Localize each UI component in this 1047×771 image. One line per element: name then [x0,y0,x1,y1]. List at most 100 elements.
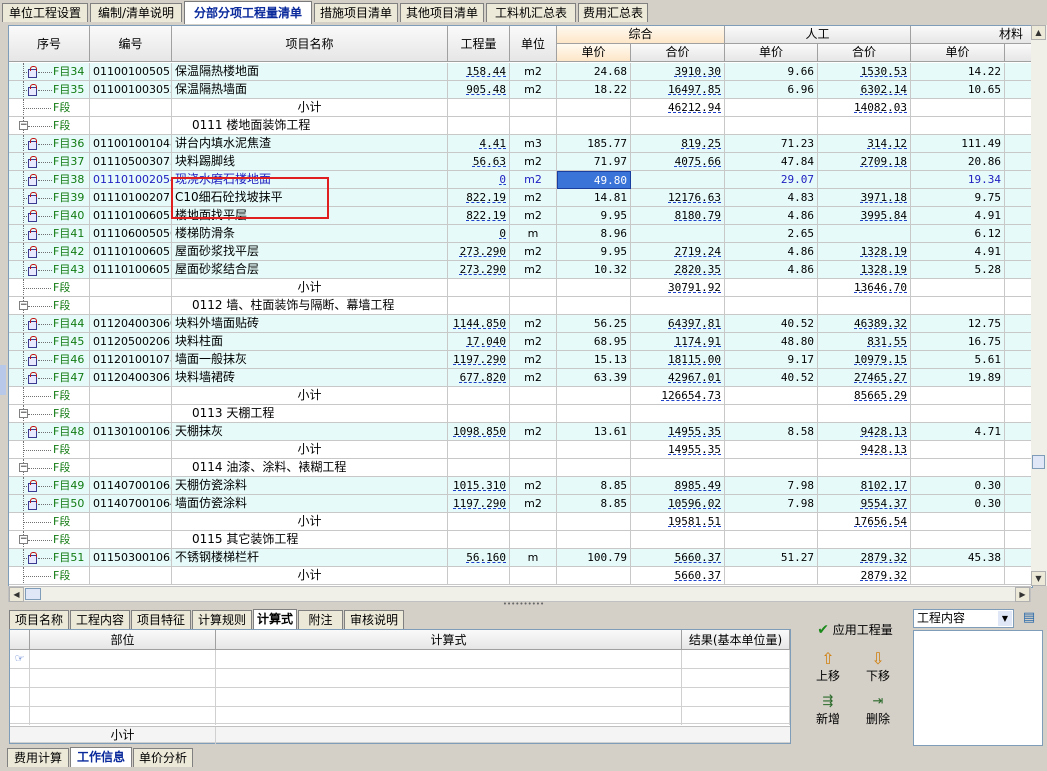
unit-cell[interactable] [510,297,557,315]
item-name-cell[interactable]: 天棚抹灰 [172,423,448,441]
material-total-cell[interactable] [1005,459,1032,477]
table-row[interactable]: F目49 011407001063 天棚仿瓷涂料 1015.310 m2 8.85 8985… [9,477,1032,495]
seq-cell[interactable]: F目51 [9,549,90,567]
quantity-cell[interactable]: 1197.290 [448,351,510,369]
content-text-area[interactable] [913,630,1043,746]
labor-unit-price-cell[interactable] [725,567,818,585]
item-name-cell[interactable]: 保温隔热楼地面 [172,63,448,81]
scroll-right-arrow-icon[interactable]: ▶ [1015,587,1030,602]
header-group-material[interactable]: 材料 [911,26,1032,44]
comprehensive-unit-price-cell[interactable]: 13.61 [557,423,631,441]
unit-cell[interactable]: m2 [510,315,557,333]
labor-subtotal-cell[interactable]: 9428.13 [818,441,911,459]
quantity-cell[interactable]: 822.19 [448,207,510,225]
labor-unit-price-cell[interactable]: 7.98 [725,477,818,495]
item-name-cell[interactable]: 保温隔热墙面 [172,81,448,99]
labor-total-cell[interactable]: 2709.18 [818,153,911,171]
section-title-cell[interactable]: 0112 墙、柱面装饰与隔断、幕墙工程 [172,297,448,315]
collapse-icon[interactable]: − [19,409,28,418]
quantity-cell[interactable]: 1015.310 [448,477,510,495]
labor-subtotal-cell[interactable]: 17656.54 [818,513,911,531]
unit-cell[interactable]: m [510,549,557,567]
material-unit-price-cell[interactable]: 20.86 [911,153,1005,171]
labor-total-cell[interactable] [818,459,911,477]
material-unit-price-cell[interactable] [911,297,1005,315]
material-unit-price-cell[interactable] [911,459,1005,477]
material-total-cell[interactable] [1005,261,1032,279]
header-quantity[interactable]: 工程量 [448,26,510,62]
quantity-cell[interactable]: 273.290 [448,243,510,261]
unit-cell[interactable] [510,441,557,459]
material-unit-price-cell[interactable] [911,441,1005,459]
quantity-cell[interactable]: 677.820 [448,369,510,387]
item-name-cell[interactable]: 天棚仿瓷涂料 [172,477,448,495]
table-row[interactable]: F目38 011101002054 现浇水磨石楼地面 0 m2 49.80 29.07 19.… [9,171,1032,189]
labor-unit-price-cell[interactable]: 29.07 [725,171,818,189]
comprehensive-unit-price-cell[interactable]: 100.79 [557,549,631,567]
unit-cell[interactable]: m [510,225,557,243]
header-material-total[interactable] [1005,44,1032,62]
labor-subtotal-cell[interactable]: 2879.32 [818,567,911,585]
seq-cell[interactable]: F目45 [9,333,90,351]
material-unit-price-cell[interactable] [911,279,1005,297]
unit-cell[interactable] [510,387,557,405]
comprehensive-total-cell[interactable]: 819.25 [631,135,725,153]
comprehensive-total-cell[interactable]: 5660.37 [631,549,725,567]
labor-unit-price-cell[interactable] [725,513,818,531]
quantity-cell[interactable]: 4.41 [448,135,510,153]
horizontal-scroll-thumb[interactable] [25,588,41,600]
material-total-cell[interactable] [1005,567,1032,585]
comprehensive-subtotal-cell[interactable]: 14955.35 [631,441,725,459]
material-unit-price-cell[interactable]: 5.28 [911,261,1005,279]
paste-content-icon[interactable]: ▤ [1020,609,1038,627]
item-name-cell[interactable]: 块料外墙面贴砖 [172,315,448,333]
tab-other-items-list[interactable]: 其他项目清单 [400,3,484,22]
quantity-cell[interactable]: 1098.850 [448,423,510,441]
comprehensive-unit-price-cell[interactable]: 68.95 [557,333,631,351]
code-cell[interactable]: 011101006057 [90,207,172,225]
header-comprehensive-total[interactable]: 合价 [631,44,725,62]
labor-unit-price-cell[interactable]: 2.65 [725,225,818,243]
item-name-cell[interactable]: 楼梯防滑条 [172,225,448,243]
header-unit[interactable]: 单位 [510,26,557,62]
seq-cell[interactable]: − F段 [9,117,90,135]
material-total-cell[interactable] [1005,279,1032,297]
labor-unit-price-cell[interactable]: 9.66 [725,63,818,81]
material-unit-price-cell[interactable]: 19.34 [911,171,1005,189]
labor-total-cell[interactable]: 831.55 [818,333,911,351]
comprehensive-unit-price-cell[interactable] [557,459,631,477]
code-cell[interactable] [90,531,172,549]
unit-cell[interactable]: m3 [510,135,557,153]
comprehensive-total-cell[interactable]: 16497.85 [631,81,725,99]
formula-part-cell[interactable] [30,669,216,687]
subtotal-label-cell[interactable]: 小计 [172,99,448,117]
labor-subtotal-cell[interactable]: 85665.29 [818,387,911,405]
comprehensive-total-cell[interactable] [631,531,725,549]
labor-total-cell[interactable]: 10979.15 [818,351,911,369]
comprehensive-unit-price-cell[interactable]: 24.68 [557,63,631,81]
material-total-cell[interactable] [1005,351,1032,369]
labor-subtotal-cell[interactable]: 13646.70 [818,279,911,297]
tab-notes[interactable]: 附注 [298,610,343,629]
unit-cell[interactable]: m2 [510,189,557,207]
tab-formula[interactable]: 计算式 [253,609,297,629]
material-unit-price-cell[interactable] [911,531,1005,549]
tab-work-info[interactable]: 工作信息 [70,747,132,767]
material-total-cell[interactable] [1005,387,1032,405]
item-name-cell[interactable]: 墙面仿瓷涂料 [172,495,448,513]
material-total-cell[interactable] [1005,405,1032,423]
formula-row[interactable] [10,669,790,688]
material-total-cell[interactable] [1005,369,1032,387]
quantity-cell[interactable] [448,459,510,477]
material-total-cell[interactable] [1005,513,1032,531]
labor-total-cell[interactable] [818,171,911,189]
tab-work-content[interactable]: 工程内容 [70,610,130,629]
labor-unit-price-cell[interactable]: 40.52 [725,315,818,333]
unit-cell[interactable] [510,459,557,477]
quantity-cell[interactable] [448,513,510,531]
comprehensive-total-cell[interactable] [631,171,725,189]
unit-cell[interactable]: m2 [510,351,557,369]
labor-total-cell[interactable]: 1328.19 [818,243,911,261]
labor-subtotal-cell[interactable]: 14082.03 [818,99,911,117]
labor-unit-price-cell[interactable]: 47.84 [725,153,818,171]
